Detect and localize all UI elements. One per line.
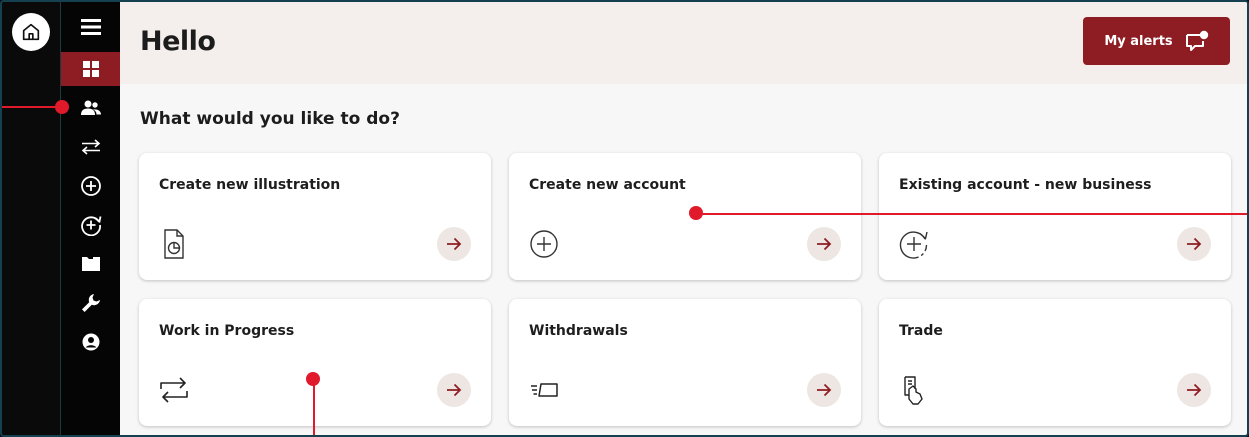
card-label: Existing account - new business [899,177,1152,193]
annotation-dot-work-in-progress [306,372,320,386]
arrow-right-icon [817,237,832,251]
sidebar-item-profile[interactable] [61,325,120,359]
sidebar-item-add-refresh[interactable] [61,208,120,242]
card-label: Withdrawals [529,323,628,339]
wrench-icon [81,294,100,312]
menu-button[interactable] [78,14,104,40]
annotation-dot-sidebar [55,100,69,114]
my-alerts-label: My alerts [1104,33,1173,49]
card-create-new-account[interactable]: Create new account [509,153,861,280]
card-create-new-illustration[interactable]: Create new illustration [139,153,491,280]
sidebar-item-documents[interactable] [61,247,120,281]
dashboard-icon [82,61,99,77]
sidebar-item-transfers[interactable] [61,130,120,164]
repeat-arrows-icon [157,373,191,407]
sidebar-item-add[interactable] [61,169,120,203]
sidebar-item-clients[interactable] [61,91,120,125]
annotation-line-create-account [697,213,1247,215]
arrow-right-icon [817,383,832,397]
user-circle-icon [82,333,99,351]
card-arrow-button[interactable] [1177,373,1211,407]
card-label: Create new illustration [159,177,341,193]
card-trade[interactable]: Trade [879,299,1231,426]
card-withdrawals[interactable]: Withdrawals [509,299,861,426]
page-title: Hello [140,26,216,57]
card-label: Trade [899,323,943,339]
folder-icon [81,257,100,271]
section-heading: What would you like to do? [140,109,400,129]
card-existing-account-new-business[interactable]: Existing account - new business [879,153,1231,280]
home-icon [22,23,40,41]
trade-hand-icon [897,373,931,407]
add-circle-icon [80,176,101,196]
arrow-right-icon [447,237,462,251]
add-refresh-icon [80,216,101,236]
annotation-line-sidebar [2,106,60,108]
main-content: Hello My alerts What would you like to d… [120,2,1247,435]
card-arrow-button[interactable] [437,227,471,261]
card-arrow-button[interactable] [437,373,471,407]
illustration-document-icon [157,227,191,261]
card-work-in-progress[interactable]: Work in Progress [139,299,491,426]
alert-chat-icon [1185,30,1208,51]
app-window: Hello My alerts What would you like to d… [0,0,1249,437]
plus-circle-refresh-icon [897,227,931,261]
plus-circle-icon [527,227,561,261]
annotation-dot-create-account [689,206,703,220]
transfer-arrows-icon [81,139,100,155]
sidebar-item-dashboard[interactable] [61,52,120,86]
annotation-line-work-in-progress [313,380,315,435]
arrow-right-icon [447,383,462,397]
home-button[interactable] [12,13,50,51]
card-arrow-button[interactable] [1177,227,1211,261]
arrow-right-icon [1187,383,1202,397]
my-alerts-button[interactable]: My alerts [1083,17,1230,65]
card-label: Work in Progress [159,323,295,339]
sidebar-item-tools[interactable] [61,286,120,320]
card-arrow-button[interactable] [807,227,841,261]
arrow-right-icon [1187,237,1202,251]
hamburger-icon [81,19,101,35]
page-header: Hello My alerts [120,2,1247,84]
people-icon [80,100,101,115]
card-arrow-button[interactable] [807,373,841,407]
sidebar [61,2,120,435]
app-rail [2,2,61,435]
withdrawal-card-icon [527,373,561,407]
card-label: Create new account [529,177,686,193]
